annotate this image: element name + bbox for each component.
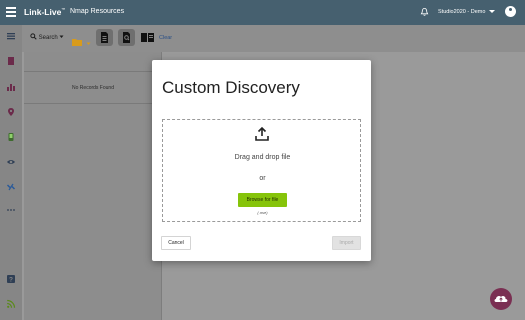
custom-discovery-dialog: Custom Discovery Drag and drop file or B… <box>152 60 371 261</box>
file-type-hint: (.nse) <box>257 210 268 215</box>
upload-fab-button[interactable] <box>490 288 512 310</box>
app-brand[interactable]: Link-Live™ <box>24 7 65 17</box>
page-title: Nmap Resources <box>70 8 125 15</box>
top-bar: Link-Live™ Nmap Resources Studio2020 - D… <box>0 0 525 25</box>
chevron-down-icon <box>59 35 64 38</box>
eye-icon[interactable] <box>6 157 16 167</box>
browse-file-button[interactable]: Browse for file <box>238 193 287 207</box>
results-panel: No Records Found <box>24 52 162 320</box>
bar-chart-icon[interactable] <box>6 82 16 92</box>
hamburger-menu-icon[interactable] <box>6 7 16 17</box>
cancel-button[interactable]: Cancel <box>161 236 191 250</box>
document-icon <box>101 32 108 43</box>
avatar[interactable] <box>505 6 516 17</box>
folder-icon <box>72 39 82 46</box>
document-search-icon <box>123 32 130 43</box>
book-button[interactable] <box>139 29 156 46</box>
drop-instructions: Drag and drop file <box>234 154 291 161</box>
link-icon[interactable] <box>6 182 16 192</box>
search-button[interactable]: Search <box>30 33 64 41</box>
bell-icon[interactable] <box>420 7 429 17</box>
rss-icon[interactable] <box>6 299 16 309</box>
upload-icon <box>255 126 269 141</box>
search-icon <box>30 33 37 40</box>
sidebar: ? <box>0 25 22 320</box>
import-button[interactable]: Import <box>332 236 361 250</box>
chevron-down-icon[interactable] <box>489 10 495 13</box>
search-document-button[interactable] <box>118 29 135 46</box>
help-icon[interactable]: ? <box>6 274 16 284</box>
dialog-title: Custom Discovery <box>162 78 300 97</box>
more-icon[interactable] <box>6 205 16 215</box>
document-button[interactable] <box>96 29 113 46</box>
list-icon[interactable] <box>6 31 16 41</box>
svg-text:?: ? <box>9 277 13 284</box>
brand-trademark: ™ <box>61 7 66 13</box>
cloud-upload-icon <box>494 295 508 302</box>
divider <box>24 103 162 104</box>
empty-state-text: No Records Found <box>72 85 114 91</box>
file-dropzone[interactable]: Drag and drop file or Browse for file (.… <box>162 119 361 222</box>
clear-link[interactable]: Clear <box>159 35 172 41</box>
device-icon[interactable] <box>6 132 16 142</box>
document-icon[interactable] <box>6 56 16 66</box>
toolbar: Search Clear <box>22 25 525 52</box>
divider <box>24 71 162 72</box>
brand-name: Link-Live <box>24 7 62 17</box>
search-label: Search <box>38 35 58 41</box>
folder-button[interactable] <box>72 33 91 51</box>
book-icon <box>141 33 154 42</box>
chevron-down-icon <box>86 42 91 45</box>
or-separator: or <box>259 175 266 182</box>
user-menu-label[interactable]: Studio2020 - Demo <box>438 9 485 15</box>
location-pin-icon[interactable] <box>6 107 16 117</box>
